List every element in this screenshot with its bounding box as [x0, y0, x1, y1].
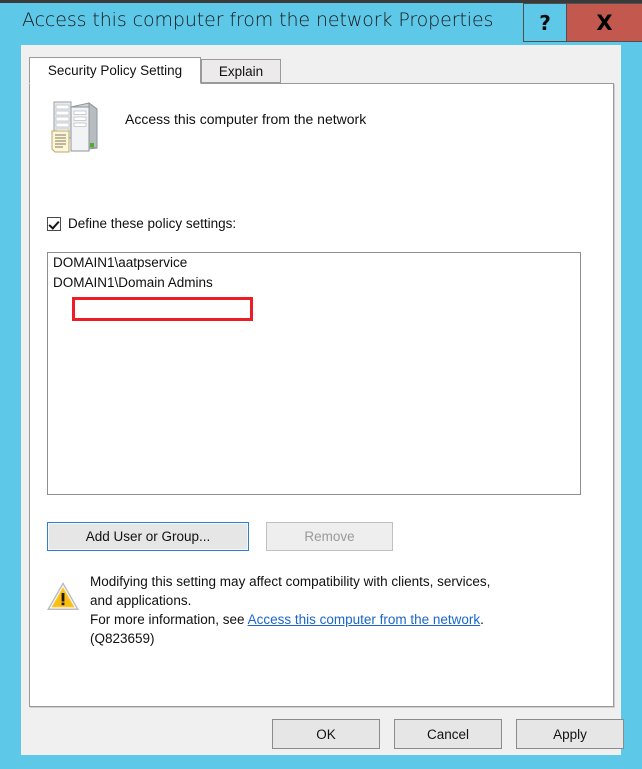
define-policy-settings-label: Define these policy settings: [68, 216, 237, 231]
warning-text: Modifying this setting may affect compat… [90, 572, 590, 648]
warning-line-3-suffix: . [480, 612, 484, 627]
remove-button: Remove [266, 522, 393, 551]
cancel-button[interactable]: Cancel [394, 719, 502, 749]
warning-line-3-prefix: For more information, see [90, 612, 248, 627]
more-information-link[interactable]: Access this computer from the network [248, 612, 481, 627]
accounts-list-box[interactable]: DOMAIN1\aatpservice DOMAIN1\Domain Admin… [47, 252, 581, 495]
tab-explain[interactable]: Explain [201, 59, 281, 83]
warning-kb-article: (Q823659) [90, 631, 155, 646]
tab-strip: Security Policy Setting Explain [29, 57, 614, 84]
policy-name-label: Access this computer from the network [125, 111, 367, 127]
define-policy-settings-row[interactable]: Define these policy settings: [47, 216, 236, 231]
ok-button[interactable]: OK [272, 719, 380, 749]
close-button[interactable]: X [567, 3, 642, 42]
list-item[interactable]: DOMAIN1\Domain Admins [48, 273, 580, 293]
warning-line-1: Modifying this setting may affect compat… [90, 574, 491, 589]
tab-security-policy-setting[interactable]: Security Policy Setting [29, 57, 201, 84]
warning-line-2: and applications. [90, 593, 192, 608]
server-policy-icon [51, 101, 98, 153]
dialog-client-area: Security Policy Setting Explain Access t… [21, 45, 624, 755]
policy-header: Access this computer from the network [40, 98, 600, 160]
title-bar[interactable]: Access this computer from the network Pr… [0, 3, 642, 45]
apply-button[interactable]: Apply [516, 719, 624, 749]
define-policy-settings-checkbox[interactable] [47, 216, 61, 231]
tab-panel-security-policy-setting: Access this computer from the network De… [29, 83, 614, 707]
window-title: Access this computer from the network Pr… [22, 9, 494, 31]
help-button[interactable]: ? [523, 3, 567, 42]
properties-dialog-window: Access this computer from the network Pr… [0, 0, 642, 769]
warning-triangle-icon [47, 582, 79, 610]
add-user-or-group-button[interactable]: Add User or Group... [47, 522, 249, 551]
list-item[interactable]: DOMAIN1\aatpservice [48, 253, 580, 273]
